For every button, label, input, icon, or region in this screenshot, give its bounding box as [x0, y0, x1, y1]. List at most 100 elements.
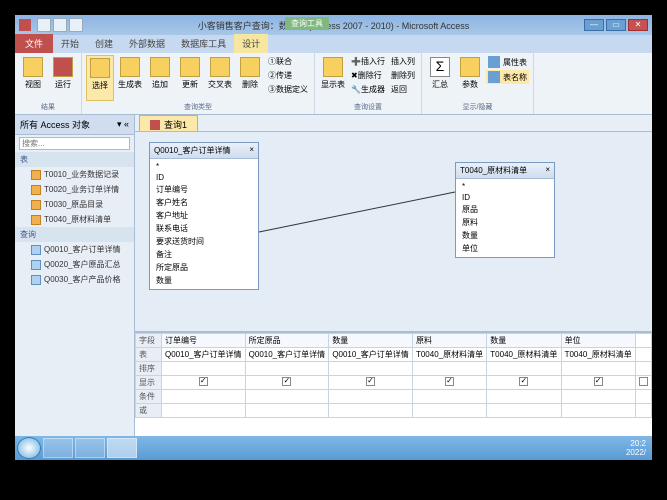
table-names-button[interactable]: 表名称 — [486, 70, 529, 84]
tab-external-data[interactable]: 外部数据 — [121, 34, 173, 53]
make-table-button[interactable]: 生成表 — [116, 55, 144, 101]
qbe-cell[interactable]: Q0010_客户订单详情 — [245, 348, 329, 362]
maximize-button[interactable]: ▭ — [606, 19, 626, 31]
qbe-cell[interactable]: T0040_原材料清单 — [487, 348, 561, 362]
show-checkbox[interactable] — [282, 377, 291, 386]
qbe-cell[interactable] — [412, 362, 486, 376]
totals-button[interactable]: Σ汇总 — [426, 55, 454, 101]
qbe-cell[interactable]: 数量 — [329, 334, 413, 348]
nav-group-tables[interactable]: 表 — [15, 152, 134, 167]
qbe-cell[interactable] — [635, 390, 651, 404]
builder-button[interactable]: 🔧生成器 — [349, 83, 387, 96]
qbe-cell[interactable] — [245, 404, 329, 418]
qbe-cell[interactable] — [162, 362, 246, 376]
qbe-cell[interactable] — [635, 362, 651, 376]
close-button[interactable]: ✕ — [628, 19, 648, 31]
system-tray[interactable]: 20:22022/ — [622, 439, 650, 457]
qbe-cell[interactable] — [412, 390, 486, 404]
qat-save-icon[interactable] — [37, 18, 51, 32]
insert-rows-button[interactable]: ➕插入行 — [349, 55, 387, 68]
qbe-cell[interactable] — [561, 404, 635, 418]
passthrough-button[interactable]: ②传递 — [266, 69, 310, 82]
tab-design[interactable]: 设计 — [234, 34, 268, 53]
qat-redo-icon[interactable] — [69, 18, 83, 32]
show-checkbox[interactable] — [519, 377, 528, 386]
qbe-cell[interactable] — [245, 362, 329, 376]
delete-query-button[interactable]: 删除 — [236, 55, 264, 101]
run-button[interactable]: 运行 — [49, 55, 77, 101]
nav-query-item[interactable]: Q0010_客户订单详情 — [15, 242, 134, 257]
search-input[interactable] — [19, 137, 130, 150]
nav-table-item[interactable]: T0020_业务订单详情 — [15, 182, 134, 197]
view-button[interactable]: 视图 — [19, 55, 47, 101]
update-button[interactable]: 更新 — [176, 55, 204, 101]
qbe-cell[interactable] — [635, 404, 651, 418]
qbe-cell[interactable] — [487, 390, 561, 404]
qbe-cell[interactable] — [487, 404, 561, 418]
taskbar-explorer-button[interactable] — [43, 438, 73, 458]
qbe-cell[interactable] — [487, 362, 561, 376]
qbe-cell[interactable] — [561, 390, 635, 404]
qbe-cell[interactable]: 所定原品 — [245, 334, 329, 348]
union-button[interactable]: ①联合 — [266, 55, 310, 68]
qbe-cell[interactable] — [162, 390, 246, 404]
nav-table-item[interactable]: T0010_业务数据记录 — [15, 167, 134, 182]
qbe-cell[interactable] — [561, 362, 635, 376]
taskbar-folder-button[interactable] — [75, 438, 105, 458]
nav-group-queries[interactable]: 查询 — [15, 227, 134, 242]
qbe-cell[interactable]: Q0010_客户订单详情 — [162, 348, 246, 362]
start-button[interactable] — [17, 437, 41, 459]
tab-home[interactable]: 开始 — [53, 34, 87, 53]
qbe-cell[interactable] — [329, 404, 413, 418]
qbe-cell[interactable] — [412, 376, 486, 390]
qbe-cell[interactable] — [329, 362, 413, 376]
show-checkbox[interactable] — [639, 377, 648, 386]
qbe-cell[interactable] — [162, 376, 246, 390]
return-button[interactable]: 返回 — [389, 83, 417, 96]
delete-rows-button[interactable]: ✖删除行 — [349, 69, 387, 82]
taskbar-access-button[interactable] — [107, 438, 137, 458]
property-sheet-button[interactable]: 属性表 — [486, 55, 529, 69]
qbe-cell[interactable] — [162, 404, 246, 418]
tab-create[interactable]: 创建 — [87, 34, 121, 53]
qbe-cell[interactable]: 单位 — [561, 334, 635, 348]
datadef-button[interactable]: ③数据定义 — [266, 83, 310, 96]
show-checkbox[interactable] — [199, 377, 208, 386]
qbe-cell[interactable]: 订单编号 — [162, 334, 246, 348]
show-checkbox[interactable] — [445, 377, 454, 386]
crosstab-button[interactable]: 交叉表 — [206, 55, 234, 101]
qbe-cell[interactable] — [487, 376, 561, 390]
show-table-button[interactable]: 显示表 — [319, 55, 347, 101]
qbe-cell[interactable] — [635, 348, 651, 362]
tab-db-tools[interactable]: 数据库工具 — [173, 34, 234, 53]
qbe-cell[interactable]: T0040_原材料清单 — [561, 348, 635, 362]
nav-table-item[interactable]: T0040_原材料清单 — [15, 212, 134, 227]
select-query-button[interactable]: 选择 — [86, 55, 114, 101]
design-surface[interactable]: Q0010_客户订单详情× *ID订单编号客户姓名客户地址联系电话要求送货时间备… — [135, 131, 652, 331]
qbe-cell[interactable] — [329, 390, 413, 404]
show-checkbox[interactable] — [594, 377, 603, 386]
qbe-cell[interactable]: 原料 — [412, 334, 486, 348]
nav-header[interactable]: 所有 Access 对象▾ « — [15, 115, 134, 135]
nav-query-item[interactable]: Q0030_客户产品价格 — [15, 272, 134, 287]
qbe-grid[interactable]: 字段订单编号所定原品数量原料数量单位表Q0010_客户订单详情Q0010_客户订… — [135, 331, 652, 436]
minimize-button[interactable]: — — [584, 19, 604, 31]
qbe-cell[interactable] — [412, 404, 486, 418]
append-button[interactable]: 追加 — [146, 55, 174, 101]
qbe-cell[interactable] — [245, 390, 329, 404]
qbe-cell[interactable]: T0040_原材料清单 — [412, 348, 486, 362]
qbe-cell[interactable]: Q0010_客户订单详情 — [329, 348, 413, 362]
qbe-cell[interactable]: 数量 — [487, 334, 561, 348]
qbe-cell[interactable] — [245, 376, 329, 390]
qbe-cell[interactable] — [635, 334, 651, 348]
qat-undo-icon[interactable] — [53, 18, 67, 32]
qbe-cell[interactable] — [329, 376, 413, 390]
qbe-cell[interactable] — [561, 376, 635, 390]
tab-file[interactable]: 文件 — [15, 34, 53, 53]
insert-cols-button[interactable]: 插入列 — [389, 55, 417, 68]
params-button[interactable]: 参数 — [456, 55, 484, 101]
show-checkbox[interactable] — [366, 377, 375, 386]
qbe-cell[interactable] — [635, 376, 651, 390]
delete-cols-button[interactable]: 删除列 — [389, 69, 417, 82]
nav-query-item[interactable]: Q0020_客户原品汇总 — [15, 257, 134, 272]
